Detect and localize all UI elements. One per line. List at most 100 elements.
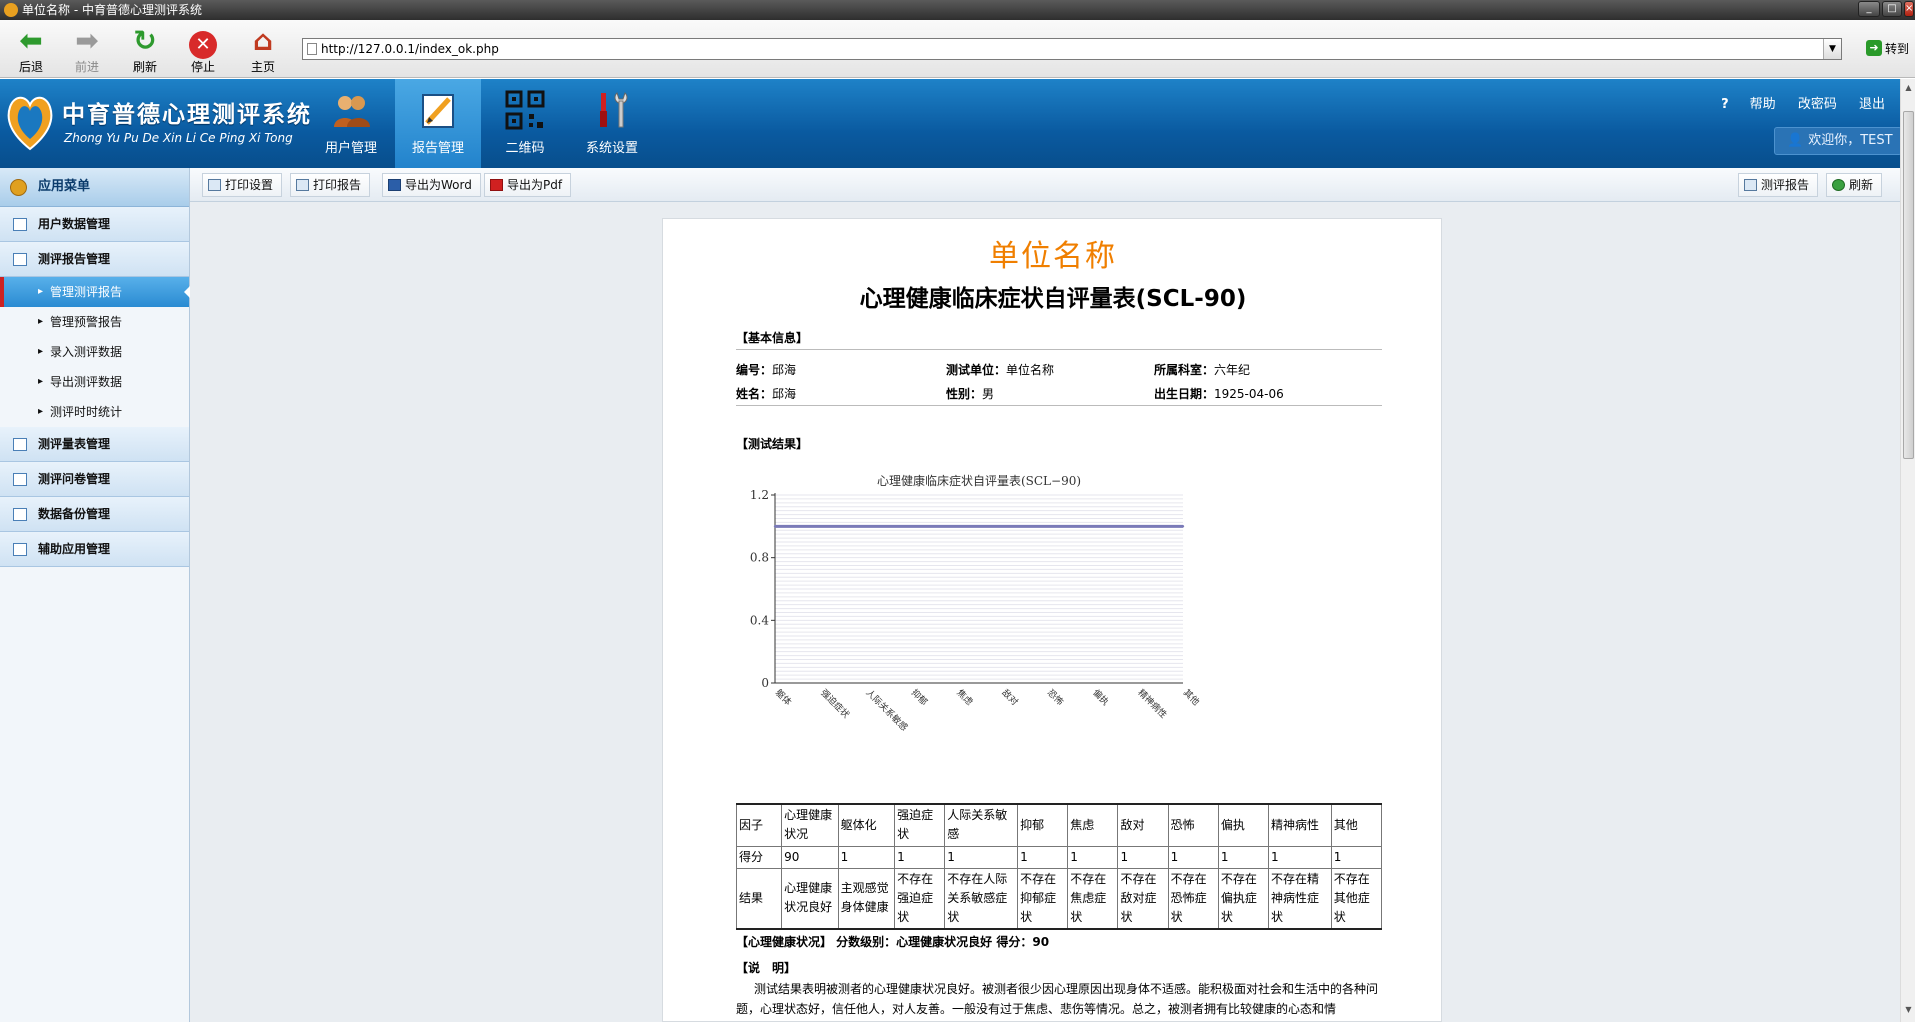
qrcode-icon (505, 90, 545, 130)
nav-user-management[interactable]: 用户管理 (308, 79, 394, 168)
list-icon (13, 438, 27, 451)
data-point (1000, 525, 1003, 528)
welcome-text: 欢迎你，TEST (1808, 133, 1893, 148)
table-cell: 90 (781, 845, 839, 869)
nav-system-settings[interactable]: 系统设置 (569, 79, 655, 168)
go-label: 转到 (1885, 42, 1910, 56)
table-cell: 1 (1067, 845, 1119, 869)
x-tick-label: 焦虑 (954, 687, 975, 708)
logo-icon (7, 96, 53, 151)
nav-report-management[interactable]: 报告管理 (395, 79, 481, 168)
logout-link[interactable]: 退出 (1859, 97, 1885, 112)
welcome-badge: 👤 欢迎你，TEST (1774, 127, 1902, 155)
sidebar-item-label: 用户数据管理 (38, 217, 111, 231)
divider (736, 405, 1382, 406)
minimize-button[interactable]: _ (1858, 1, 1880, 17)
data-point (773, 525, 777, 528)
table-cell: 1 (1217, 845, 1270, 869)
table-cell: 因子 (735, 803, 783, 847)
stop-button[interactable]: ✕ 停止 (176, 22, 230, 76)
sidebar-item-label: 辅助应用管理 (38, 542, 111, 556)
sidebar-subitem-manage-reports[interactable]: 管理测评报告 (0, 277, 190, 307)
title-bar: 单位名称 - 中育普德心理测评系统 _ □ × (0, 0, 1915, 20)
sidebar-item-label: 测评报告管理 (38, 252, 111, 266)
change-password-link[interactable]: 改密码 (1798, 97, 1837, 112)
pdf-icon (490, 179, 503, 191)
help-link[interactable]: ? 帮助 (1703, 97, 1776, 112)
x-tick-label: 其他 (1181, 687, 1202, 708)
id-value: 邱海 (772, 363, 797, 377)
sidebar-subitem-realtime-stats[interactable]: 测评时时统计 (0, 397, 189, 427)
data-point (1181, 525, 1185, 528)
maximize-button[interactable]: □ (1882, 1, 1902, 17)
report-document: 单位名称 心理健康临床症状自评量表(SCL-90) 【基本信息】 编号：邱海 测… (662, 218, 1442, 1022)
refresh-button[interactable]: ↻ 刷新 (118, 22, 172, 76)
table-cell: 1 (1330, 845, 1383, 869)
export-pdf-button[interactable]: 导出为Pdf (484, 173, 572, 197)
browser-toolbar: ⬅ 后退 ➡ 前进 ↻ 刷新 ✕ 停止 ⌂ 主页 http://127.0.0.… (0, 20, 1915, 78)
nav-qrcode[interactable]: 二维码 (482, 79, 568, 168)
print-settings-button[interactable]: 打印设置 (202, 173, 283, 197)
sidebar-item-scale-management[interactable]: 测评量表管理 (0, 427, 189, 462)
refresh-label: 刷新 (132, 60, 157, 74)
address-bar[interactable]: http://127.0.0.1/index_ok.php ▼ (302, 38, 1842, 60)
scroll-down-icon[interactable]: ▼ (1903, 1003, 1914, 1017)
stop-label: 停止 (190, 60, 215, 74)
users-icon (334, 96, 370, 127)
summary-line: 【心理健康状况】 分数级别：心理健康状况良好 得分：90 (736, 935, 1050, 949)
data-point (1091, 525, 1094, 528)
go-button[interactable]: ➜ 转到 (1866, 40, 1909, 58)
sidebar-item-backup-management[interactable]: 数据备份管理 (0, 497, 189, 532)
table-cell: 1 (1117, 845, 1169, 869)
home-icon: ⌂ (252, 24, 274, 57)
sidebar-item-label: 测评问卷管理 (38, 472, 111, 486)
refresh-content-button[interactable]: 刷新 (1826, 173, 1883, 197)
sidebar-subitem-export-data[interactable]: 导出测评数据 (0, 367, 189, 397)
unit-name: 单位名称 (989, 239, 1117, 274)
chart-title: 心理健康临床症状自评量表(SCL−90) (877, 473, 1081, 488)
table-cell: 躯体化 (837, 803, 896, 847)
sidebar-item-label: 测评量表管理 (38, 437, 111, 451)
help-icon: ? (1721, 97, 1729, 112)
unit-info: 测试单位：单位名称 (946, 361, 1054, 378)
edit-icon (13, 508, 27, 521)
button-label: 测评报告 (1761, 178, 1810, 192)
printer-icon (208, 179, 221, 191)
chevron-down-icon[interactable]: ▼ (1823, 39, 1841, 59)
table-cell: 恐怖 (1167, 803, 1219, 847)
result-row: 结果 心理健康状况良好 主观感觉身体健康 不存在强迫症状 不存在人际关系敏感症状 不存在抑… (735, 867, 1383, 929)
sidebar-item-report-management[interactable]: 测评报告管理 (0, 242, 189, 277)
birth-label: 出生日期： (1154, 387, 1215, 401)
table-cell: 1 (1268, 845, 1332, 869)
table-cell: 不存在精神病性症状 (1268, 867, 1332, 929)
sidebar-item-questionnaire-management[interactable]: 测评问卷管理 (0, 462, 189, 497)
scroll-up-icon[interactable]: ▲ (1903, 81, 1914, 95)
dept-label: 所属科室： (1154, 363, 1215, 377)
close-button[interactable]: × (1904, 1, 1914, 17)
sidebar-header[interactable]: 应用菜单 (0, 168, 189, 207)
sidebar-item-user-data[interactable]: 用户数据管理 (0, 207, 189, 242)
forward-button[interactable]: ➡ 前进 (60, 22, 114, 76)
data-point (819, 525, 822, 528)
back-button[interactable]: ⬅ 后退 (4, 22, 58, 76)
assess-report-button[interactable]: 测评报告 (1738, 173, 1819, 197)
button-label: 导出为Word (405, 178, 472, 192)
table-cell: 精神病性 (1268, 803, 1332, 847)
sidebar-subitem-warning-reports[interactable]: 管理预警报告 (0, 307, 189, 337)
vertical-scrollbar[interactable]: ▲ ▼ (1900, 79, 1915, 1022)
help-label: 帮助 (1749, 97, 1776, 112)
scroll-thumb[interactable] (1903, 111, 1914, 459)
sidebar-item-label: 数据备份管理 (38, 507, 111, 521)
x-tick-label: 躯体 (773, 687, 794, 708)
print-report-button[interactable]: 打印报告 (290, 173, 371, 197)
export-word-button[interactable]: 导出为Word (382, 173, 481, 197)
sidebar-subitem-enter-data[interactable]: 录入测评数据 (0, 337, 189, 367)
app-subtitle: Zhong Yu Pu De Xin Li Ce Ping Xi Tong (64, 131, 293, 145)
button-label: 打印报告 (313, 178, 362, 192)
table-cell: 不存在恐怖症状 (1167, 867, 1219, 929)
app-title: 中育普德心理测评系统 (62, 102, 312, 128)
home-button[interactable]: ⌂ 主页 (236, 22, 290, 76)
table-cell: 1 (944, 845, 1019, 869)
app-icon (4, 3, 18, 17)
sidebar-item-auxiliary-management[interactable]: 辅助应用管理 (0, 532, 189, 567)
